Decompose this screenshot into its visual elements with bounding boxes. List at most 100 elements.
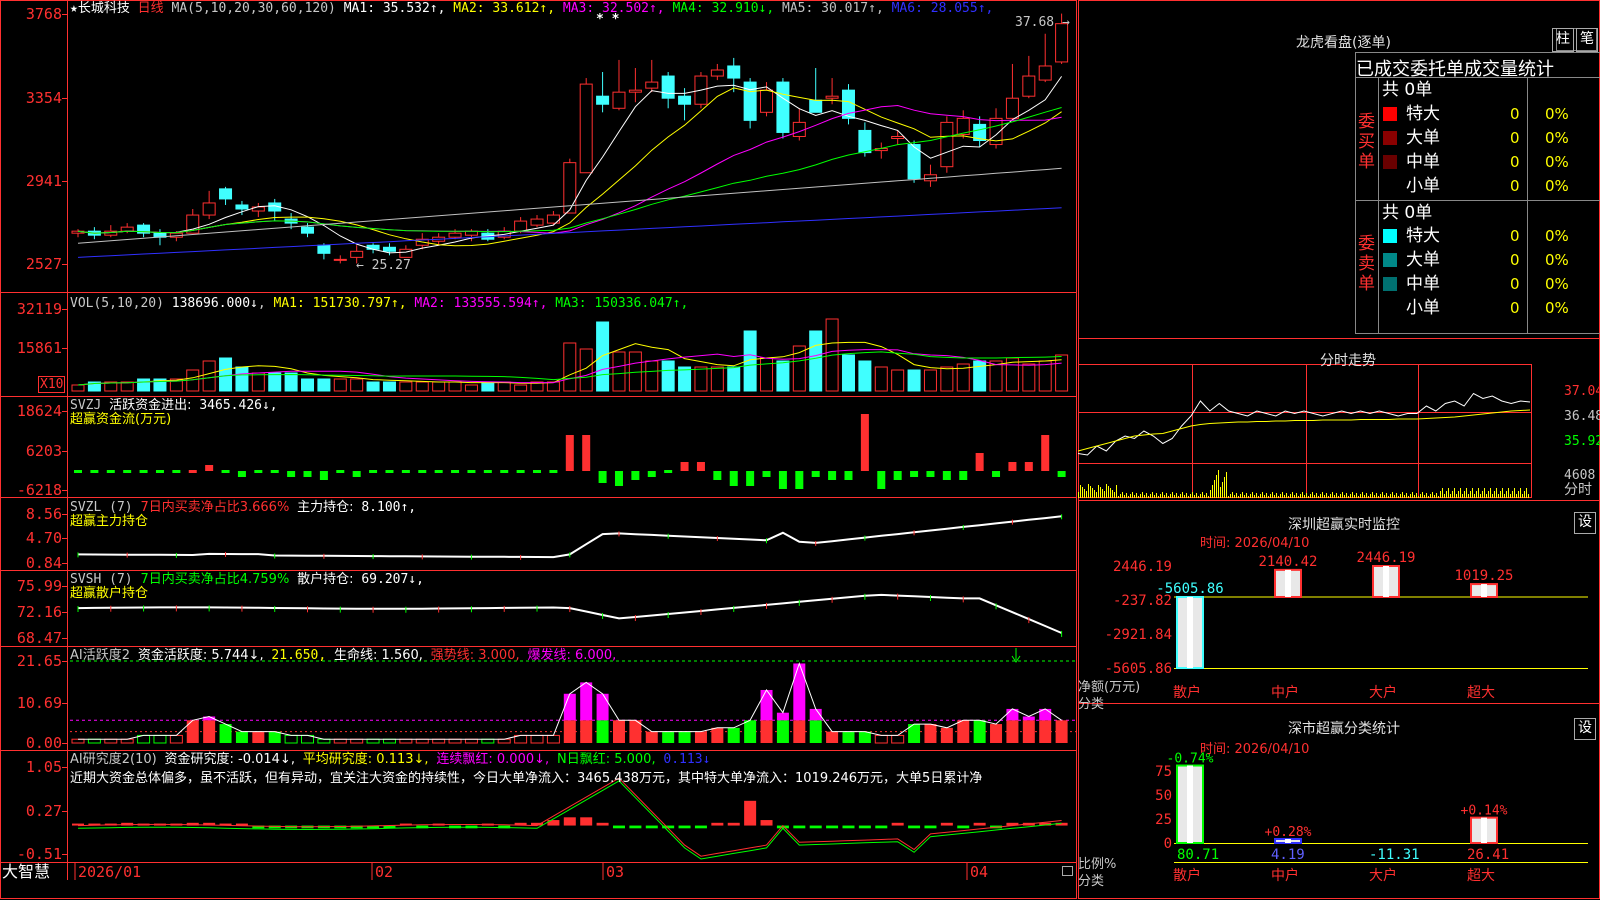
buy-side-label: 委: [1358, 112, 1375, 132]
activity-bar: [317, 738, 331, 744]
candle-body[interactable]: [219, 188, 233, 200]
sell-side-label: 委: [1358, 234, 1375, 254]
sell-row-label: 特大: [1406, 226, 1440, 246]
candle-body[interactable]: [202, 202, 216, 216]
candle-body[interactable]: [678, 95, 692, 105]
buy-row-label: 特大: [1406, 104, 1440, 124]
candle-body[interactable]: [661, 75, 675, 99]
intraday-price-line: [1078, 392, 1531, 456]
candle-body[interactable]: [727, 65, 741, 79]
svzl-axis-label: 4.70: [26, 529, 62, 547]
candle-body[interactable]: [530, 218, 544, 226]
activity-burst-bar: [793, 663, 806, 721]
flow-bar: [631, 471, 640, 480]
flow-bar: [172, 470, 181, 473]
candle-body[interactable]: [710, 69, 724, 77]
lhb-subtitle: 已成交委托单成交量统计: [1356, 59, 1554, 80]
candle-body[interactable]: [596, 95, 610, 105]
buy-row-label: 小单: [1406, 176, 1440, 196]
research-bar: [563, 817, 576, 826]
sz-monitor-bar-highlight: [1285, 569, 1291, 597]
activity-bar: [464, 738, 478, 744]
activity-bar: [793, 720, 806, 743]
candle-body[interactable]: [743, 81, 757, 121]
candle-body[interactable]: [301, 226, 315, 234]
flow-bar: [533, 470, 542, 473]
ma-value-1: MA1: 35.532↑,: [343, 1, 454, 16]
candle-body[interactable]: [382, 246, 396, 252]
candle-body[interactable]: [317, 244, 331, 254]
candle-body[interactable]: [366, 244, 380, 250]
activity-bar: [235, 731, 248, 743]
sz-class-value: 4.19: [1271, 847, 1305, 863]
candle-body[interactable]: [891, 135, 905, 139]
activity-bar: [645, 731, 658, 743]
buy-row-pct: 0%: [1545, 129, 1569, 147]
candle-body[interactable]: [350, 250, 364, 258]
flow-bar: [614, 471, 623, 486]
flow-bar: [221, 470, 230, 473]
candle-body[interactable]: [841, 89, 855, 119]
candle-body[interactable]: [1022, 75, 1036, 97]
flow-bar: [582, 435, 591, 471]
candle-body[interactable]: [333, 258, 347, 261]
activity-bar: [497, 738, 511, 744]
candle-body[interactable]: [776, 81, 790, 133]
activity-bar: [891, 734, 905, 744]
flow-bar: [352, 471, 361, 477]
candle-body[interactable]: [645, 81, 659, 89]
candle-body[interactable]: [546, 214, 560, 224]
flow-bar: [926, 471, 935, 477]
candle-body[interactable]: [399, 248, 413, 258]
svzj-axis-label: 6203: [26, 442, 62, 460]
svsh-sub: 超赢散户持仓: [70, 586, 149, 601]
flow-bar: [680, 462, 689, 471]
price-axis-label: 2527: [26, 255, 62, 273]
star-icon[interactable]: ★: [70, 1, 78, 16]
candle-body[interactable]: [940, 121, 954, 168]
sz-monitor-settings-button[interactable]: 设: [1574, 512, 1596, 534]
candle-body[interactable]: [760, 89, 774, 113]
sz-monitor-time: 时间: 2026/04/10: [1200, 536, 1310, 551]
flow-bar: [893, 471, 902, 480]
chart-area[interactable]: 3768 3354 2941 2527 32119 15861 18624 6203 -6218…: [0, 0, 1078, 900]
candle-body[interactable]: [235, 204, 249, 210]
x-axis-label: 2026/01: [78, 863, 141, 881]
flow-bar: [516, 470, 525, 473]
candle-body[interactable]: [628, 89, 642, 93]
volume-bar: [202, 360, 216, 392]
bar-mode-button[interactable]: 柱: [1552, 28, 1574, 52]
flow-bar: [254, 470, 263, 473]
candle-body[interactable]: [120, 226, 134, 232]
price-axis-label: 3768: [26, 5, 62, 23]
intraday-vol-max: 4608: [1564, 468, 1596, 483]
sell-swatch-icon: [1383, 229, 1397, 243]
intraday-frame: [1078, 364, 1532, 498]
stroke-mode-button[interactable]: 笔: [1576, 28, 1598, 52]
candle-body[interactable]: [1005, 97, 1019, 119]
candle-body[interactable]: [792, 121, 806, 137]
candle-body[interactable]: [579, 83, 593, 174]
candle-body[interactable]: [612, 91, 626, 109]
vol-unit[interactable]: X10: [38, 376, 66, 393]
candle-body[interactable]: [809, 99, 823, 113]
volume-bar: [858, 360, 872, 392]
sz-class-category: 散户: [1173, 867, 1201, 884]
activity-bar: [760, 720, 773, 743]
period-label[interactable]: 日线: [138, 1, 164, 16]
brand-logo[interactable]: 大智慧: [2, 862, 50, 882]
activity-bar: [432, 738, 446, 744]
candle-body[interactable]: [858, 129, 872, 154]
sz-class-settings-button[interactable]: 设: [1574, 718, 1596, 740]
volume-bar: [432, 381, 446, 392]
candle-body[interactable]: [448, 232, 462, 238]
research-bar: [793, 825, 806, 829]
sell-row-count: 0: [1510, 227, 1520, 245]
lock-icon[interactable]: [1062, 866, 1073, 876]
intraday-title: 分时走势: [1320, 353, 1376, 369]
flow-bar: [565, 435, 574, 471]
candle-body[interactable]: [514, 220, 528, 232]
buy-side-label: 单: [1358, 152, 1375, 172]
candle-body[interactable]: [825, 95, 839, 99]
candle-body[interactable]: [1038, 65, 1052, 81]
